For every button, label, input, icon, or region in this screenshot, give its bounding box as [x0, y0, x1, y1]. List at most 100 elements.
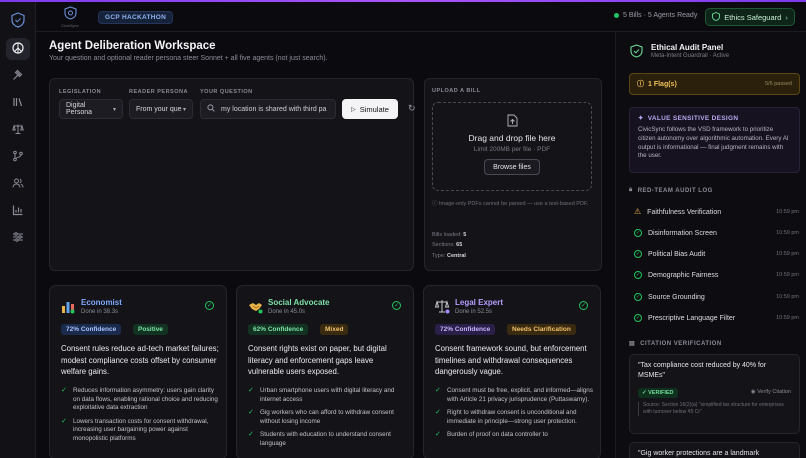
check-icon: ✓ — [61, 417, 67, 425]
sidebar-item-analytics[interactable] — [6, 200, 30, 222]
audit-name: Political Bias Audit — [648, 250, 706, 258]
audit-time: 10:59 pm — [776, 272, 799, 278]
audit-row[interactable]: ✓ Disinformation Screen 10:59 pm — [634, 227, 799, 239]
query-panel: LEGISLATION Digital Persona ▾ READER PER… — [49, 78, 416, 271]
audit-time: 10:59 pm — [776, 294, 799, 300]
point-text: Consent must be free, explicit, and info… — [447, 387, 593, 403]
users-icon — [12, 177, 24, 191]
audit-time: 10:59 pm — [776, 251, 799, 257]
bills-label: Bills loaded: — [432, 232, 462, 238]
audit-time: 10:59 pm — [776, 230, 799, 236]
sidebar-item-settings[interactable] — [6, 227, 30, 249]
check-icon: ✓ — [248, 409, 254, 416]
agent-summary: Consent rules reduce ad-tech market fail… — [61, 344, 219, 376]
document-icon: ▤ — [629, 341, 636, 347]
audit-panel-title: Ethical Audit Panel — [651, 43, 724, 52]
branch-icon — [12, 150, 24, 164]
audit-row[interactable]: ✓ Source Grounding 10:59 pm — [634, 291, 799, 303]
agent-name: Social Advocate — [268, 298, 330, 307]
sidebar-item-users[interactable] — [6, 173, 30, 195]
list-item: ✓ Students with education to understand c… — [248, 431, 408, 448]
audit-row[interactable]: ✓ Demographic Fairness 10:59 pm — [634, 269, 799, 281]
point-text: Lowers transaction costs for consent wit… — [73, 417, 209, 442]
sliders-icon — [12, 231, 24, 245]
lock-icon: 🔒︎ — [629, 187, 633, 193]
ethics-safeguard-button[interactable]: Ethics Safeguard › — [705, 8, 795, 26]
agent-card-economist[interactable]: Economist Done in 38.3s ✓ 72% Confidence… — [49, 285, 227, 458]
bar-chart-icon — [12, 204, 24, 218]
legislation-select[interactable]: Digital Persona ▾ — [59, 99, 123, 119]
sidebar-item-gavel[interactable] — [6, 65, 30, 87]
passed-count: 5/6 passed — [765, 81, 792, 87]
verify-citation-link[interactable]: ◉ Verify Citation — [751, 389, 791, 395]
chevron-right-icon: › — [785, 12, 788, 22]
agent-points: ✓ Consent must be free, explicit, and inf… — [435, 387, 595, 445]
check-circle-icon: ✓ — [205, 301, 214, 310]
vsd-body: CivicSync follows the VSD framework to p… — [638, 126, 789, 160]
verdict-badge: Mixed — [320, 324, 349, 335]
info-icon: ⓘ — [432, 201, 440, 207]
sidebar-item-branch[interactable] — [6, 146, 30, 168]
sidebar-logo-icon[interactable] — [9, 11, 27, 29]
shield-check-icon — [712, 11, 721, 23]
agent-card-legal-expert[interactable]: Legal Expert Done in 52.5s ✓ 72% Confide… — [423, 285, 601, 458]
warning-circle-icon: ⓘ — [637, 81, 644, 88]
persona-select[interactable]: From your que ▾ — [129, 99, 193, 119]
check-circle-icon: ✓ — [392, 301, 401, 310]
reset-icon[interactable]: ↻ — [408, 103, 416, 114]
check-circle-icon: ✓ — [579, 301, 588, 310]
shield-check-icon — [630, 44, 643, 58]
dropzone-title: Drag and drop file here — [468, 133, 556, 143]
audit-name: Faithfulness Verification — [647, 208, 722, 216]
agent-points: ✓ Reduces information asymmetry: users ga… — [61, 387, 221, 448]
confidence-badge: 72% Confidence — [435, 324, 496, 335]
agent-status: 5 Bills · 5 Agents Ready — [614, 12, 697, 19]
agent-done-time: Done in 52.5s — [455, 309, 493, 315]
agent-points: ✓ Urban smartphone users with digital lit… — [248, 387, 408, 453]
upload-label: UPLOAD A BILL — [432, 88, 481, 94]
sparkle-icon: ✦ — [638, 115, 644, 122]
sections-count: Sections: 65 — [432, 242, 462, 248]
eye-icon: ◉ — [750, 389, 756, 395]
check-icon: ✓ — [248, 387, 254, 394]
legislation-label: LEGISLATION — [59, 89, 102, 95]
check-circle-icon: ✓ — [634, 293, 642, 301]
question-value: my location is shared with third pa — [221, 105, 327, 113]
agent-card-social-advocate[interactable]: Social Advocate Done in 45.0s ✓ 62% Conf… — [236, 285, 414, 458]
audit-row[interactable]: ✓ Prescriptive Language Filter 10:59 pm — [634, 312, 799, 324]
brand-logo[interactable]: CivicSync — [58, 6, 82, 28]
question-input[interactable]: my location is shared with third pa — [200, 99, 336, 119]
citation-quote: "Tax compliance cost reduced by 40% for … — [638, 362, 767, 379]
status-dot — [614, 13, 619, 18]
ethics-safeguard-label: Ethics Safeguard — [724, 12, 782, 22]
sidebar-item-library[interactable] — [6, 92, 30, 114]
audit-row[interactable]: ✓ Political Bias Audit 10:59 pm — [634, 248, 799, 260]
point-text: Urban smartphone users with digital lite… — [260, 387, 395, 403]
agent-name: Legal Expert — [455, 298, 504, 307]
verified-badge: ✓ VERIFIED — [638, 388, 678, 398]
audit-row[interactable]: ⚠︎ Faithfulness Verification 10:59 pm — [634, 206, 799, 218]
bills-loaded: Bills loaded: 5 — [432, 232, 466, 238]
dropzone-limit: Limit 200MB per file · PDF — [473, 146, 551, 153]
handshake-icon — [248, 299, 263, 314]
vsd-notice: ✦ VALUE SENSITIVE DESIGN CivicSync follow… — [629, 107, 800, 173]
list-item: ✓ Gig workers who can afford to withdraw … — [248, 409, 408, 426]
browse-files-button[interactable]: Browse files — [484, 159, 540, 175]
list-item: ✓ Consent must be free, explicit, and inf… — [435, 387, 595, 404]
question-label: YOUR QUESTION — [200, 89, 253, 95]
vsd-title: VALUE SENSITIVE DESIGN — [647, 114, 739, 122]
file-dropzone[interactable]: Drag and drop file here Limit 200MB per … — [432, 102, 592, 191]
audit-name: Demographic Fairness — [648, 271, 719, 279]
simulate-button[interactable]: ▷ Simulate — [342, 99, 398, 119]
point-text: Right to withdraw consent is uncondition… — [447, 409, 577, 425]
persona-value: From your que — [136, 105, 182, 113]
warning-triangle-icon: ⚠︎ — [634, 207, 642, 216]
citation-quote: "Gig worker protections are a landmark — [638, 450, 760, 457]
persona-label: READER PERSONA — [129, 89, 188, 95]
flag-summary[interactable]: ⓘ 1 Flag(s) 5/6 passed — [629, 73, 800, 95]
audit-name: Prescriptive Language Filter — [648, 314, 736, 322]
sidebar-item-dashboard[interactable] — [6, 38, 30, 60]
sidebar-item-scale[interactable] — [6, 119, 30, 141]
check-icon: ✓ — [248, 431, 254, 438]
confidence-badge: 62% Confidence — [248, 324, 309, 335]
